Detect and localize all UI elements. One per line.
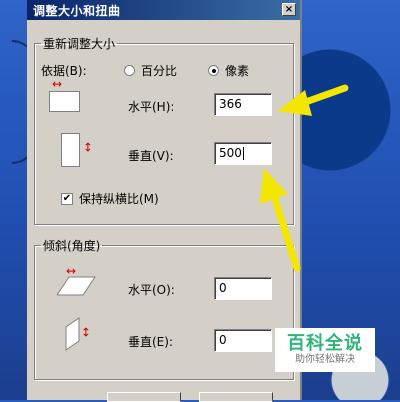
close-icon: ×: [284, 3, 294, 15]
vertical-value[interactable]: 500: [219, 146, 242, 160]
skew-horizontal-input[interactable]: 0: [214, 277, 272, 300]
horizontal-row: 水平(H):: [128, 98, 174, 115]
ok-button-edge[interactable]: [107, 392, 181, 402]
text-caret: [242, 147, 244, 160]
watermark-sub-text: 助你轻松解决: [295, 353, 355, 365]
vertical-label: 垂直(V):: [128, 149, 174, 163]
watermark-logo: 百科全说 助你轻松解决: [275, 328, 375, 372]
by-label: 依据(B):: [41, 64, 87, 78]
horizontal-resize-icon: [49, 91, 80, 112]
skew-horizontal-row: 水平(O):: [128, 281, 175, 298]
horizontal-label: 水平(H):: [128, 100, 175, 114]
by-row: 依据(B):: [41, 62, 87, 79]
window-title: 调整大小和扭曲: [33, 3, 121, 18]
title-bar[interactable]: 调整大小和扭曲 ×: [27, 0, 300, 20]
skew-horizontal-value[interactable]: 0: [219, 281, 227, 295]
vertical-row: 垂直(V):: [128, 147, 174, 164]
keep-ratio-row[interactable]: ✔ 保持纵横比(M): [61, 190, 159, 207]
keep-ratio-label[interactable]: 保持纵横比(M): [79, 190, 159, 207]
vertical-skew-arrow-icon: ↔: [79, 326, 94, 338]
percent-option[interactable]: 百分比: [124, 62, 177, 79]
vertical-input[interactable]: 500: [214, 142, 272, 165]
resize-group-legend: 重新调整大小: [43, 37, 116, 51]
pixel-radio[interactable]: [208, 65, 219, 76]
pixel-label[interactable]: 像素: [225, 62, 249, 79]
resize-skew-dialog: 调整大小和扭曲 × 重新调整大小 依据(B): 百分比 像素 ↔ 水平(H): …: [27, 0, 302, 402]
vertical-resize-arrow-icon: ↔: [81, 141, 96, 153]
horizontal-value[interactable]: 366: [219, 97, 242, 111]
skew-group: 倾斜(角度): [34, 237, 294, 380]
skew-vertical-input[interactable]: 0: [214, 329, 272, 352]
skew-group-legend: 倾斜(角度): [43, 239, 101, 253]
horizontal-resize-arrow-icon: ↔: [52, 77, 63, 91]
cancel-button-edge[interactable]: [199, 392, 273, 402]
close-button[interactable]: ×: [282, 3, 296, 16]
watermark-main-text: 百科全说: [287, 333, 363, 355]
keep-ratio-checkbox[interactable]: ✔: [61, 192, 73, 205]
skew-vertical-label: 垂直(E):: [128, 335, 173, 349]
vertical-resize-icon: [61, 133, 80, 167]
skew-vertical-value[interactable]: 0: [219, 333, 227, 347]
percent-label[interactable]: 百分比: [141, 62, 177, 79]
horizontal-input[interactable]: 366: [214, 93, 272, 116]
pixel-option[interactable]: 像素: [208, 62, 249, 79]
percent-radio[interactable]: [124, 65, 135, 76]
horizontal-skew-icon: [57, 276, 96, 296]
skew-vertical-row: 垂直(E):: [128, 333, 173, 350]
skew-horizontal-label: 水平(O):: [128, 283, 175, 297]
